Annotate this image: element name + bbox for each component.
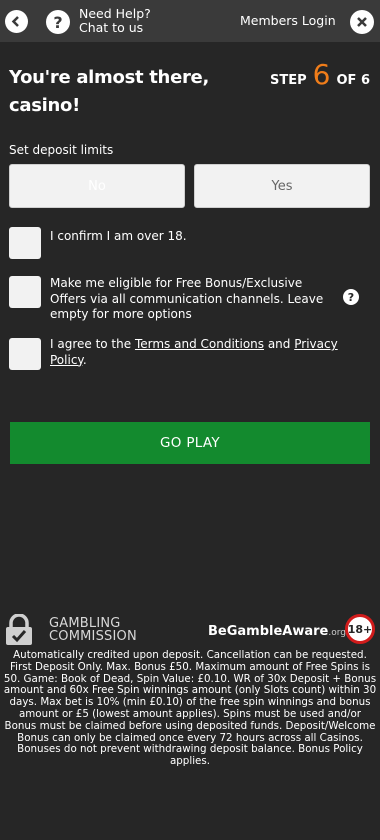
close-icon[interactable] [350,10,374,34]
page-title: You're almost there, casino! [9,64,219,120]
title-line-1: You're almost there, [9,67,209,88]
gambling-commission-text: GAMBLING COMMISSION [49,617,137,643]
gambling-commission-logo[interactable]: GAMBLING COMMISSION [4,613,137,646]
terms-conditions-link[interactable]: Terms and Conditions [135,337,264,351]
bonus-terms-text: Automatically credited upon deposit. Can… [3,649,377,768]
help-icon[interactable]: ? [343,289,359,305]
terms-and: and [264,337,295,351]
step-current: 6 [312,58,331,91]
step-prefix: STEP [270,73,307,88]
deposit-limits-yes-button[interactable]: Yes [194,164,370,208]
go-play-button[interactable]: GO PLAY [10,422,370,464]
top-bar: ? Need Help? Chat to us Members Login [0,0,380,42]
help-line-1: Need Help? [79,6,151,21]
marketing-consent-checkbox[interactable] [9,276,41,308]
help-chat-link[interactable]: Need Help? Chat to us [79,7,151,35]
deposit-limits-label: Set deposit limits [9,143,114,157]
bga-text: BeGambleAware [208,624,329,639]
padlock-icon [4,613,34,646]
age-confirm-label: I confirm I am over 18. [50,229,187,243]
step-indicator: STEP 6 OF 6 [270,58,370,91]
step-suffix: OF 6 [336,73,370,88]
marketing-consent-label: Make me eligible for Free Bonus/Exclusiv… [50,276,324,321]
age-confirm-checkbox[interactable] [9,227,41,259]
terms-checkbox[interactable] [9,338,41,370]
terms-prefix: I agree to the [50,337,135,351]
help-line-2: Chat to us [79,20,144,35]
question-icon[interactable]: ? [46,10,70,34]
terms-end: . [82,352,87,367]
gc-line-2: COMMISSION [49,629,137,644]
begambleaware-logo[interactable]: BeGambleAware.org [208,624,346,639]
terms-label: I agree to the Terms and Conditions and … [50,337,340,368]
bga-org: .org [328,628,346,638]
back-arrow-icon[interactable] [5,10,28,33]
title-line-2: casino! [9,95,80,116]
members-login-link[interactable]: Members Login [240,13,336,28]
age-restriction-badge: 18+ [345,614,375,644]
deposit-limits-no-button[interactable]: No [9,164,185,208]
